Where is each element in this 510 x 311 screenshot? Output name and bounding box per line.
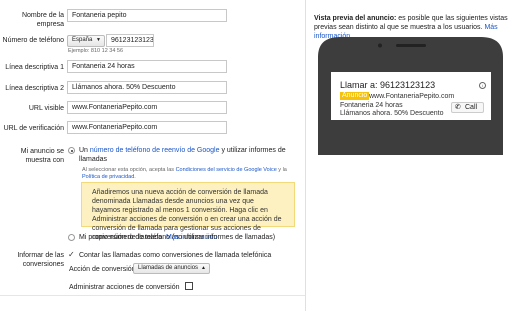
show-with-label: Mi anuncio se muestra con <box>20 148 64 164</box>
verify-url-input[interactable]: www.FontaneriaPepito.com <box>67 121 227 134</box>
forwarding-number-link[interactable]: número de teléfono de reenvío de Google <box>90 147 220 154</box>
country-value: España <box>72 37 93 43</box>
chevron-down-icon: ▼ <box>96 37 101 43</box>
option-forwarding-radio[interactable] <box>68 147 75 154</box>
line1-label: Línea descriptiva 1 <box>5 64 64 71</box>
country-select[interactable]: España ▼ <box>67 35 105 47</box>
business-name-label: Nombre de la empresa <box>21 12 64 28</box>
report-conversions-label: Informar de las conversiones <box>17 252 64 268</box>
phone-label: Número de teléfono <box>2 37 64 44</box>
option-own-number-radio[interactable] <box>68 234 75 241</box>
conversion-action-value: Llamadas de anuncios <box>138 265 199 271</box>
external-link-icon <box>185 282 194 290</box>
phone-input[interactable]: 96123123123 <box>106 34 154 47</box>
call-button[interactable]: ✆ Call <box>451 102 484 113</box>
visible-url-label: URL visible <box>28 105 64 112</box>
ad-badge: Anuncio <box>340 92 370 100</box>
manage-conversions-link[interactable]: Administrar acciones de conversión <box>69 282 194 292</box>
form-bottom-rule <box>0 295 305 296</box>
ad-url: www.FontaneriaPepito.com <box>369 93 455 100</box>
line2-input[interactable]: Llámanos ahora. 50% Descuento <box>67 81 227 94</box>
count-calls-text: Contar las llamadas como conversiones de… <box>79 252 272 259</box>
chevron-down-icon: ▲ <box>201 265 206 271</box>
conversion-action-select[interactable]: Llamadas de anuncios ▲ <box>133 263 210 274</box>
privacy-link[interactable]: Política de privacidad <box>82 174 134 180</box>
ad-line2: Llámanos ahora. 50% Descuento <box>340 110 444 117</box>
panel-divider <box>305 0 306 311</box>
phone-icon: ✆ <box>455 104 461 111</box>
ad-info-icon[interactable]: i <box>479 82 486 89</box>
business-name-input[interactable]: Fontaneria pepito <box>67 9 227 22</box>
verify-url-label: URL de verificación <box>3 125 64 132</box>
phone-example: Ejemplo: 810 12 34 56 <box>68 48 124 54</box>
line1-input[interactable]: Fontaneria 24 horas <box>67 60 227 73</box>
phone-camera <box>378 43 382 48</box>
option-forwarding-text: Un número de teléfono de reenvío de Goog… <box>79 147 286 163</box>
line2-label: Línea descriptiva 2 <box>5 85 64 92</box>
phone-speaker <box>396 44 426 47</box>
conversion-notice: Añadiremos una nueva acción de conversió… <box>81 182 295 241</box>
voice-terms-link[interactable]: Condiciones del servicio de Google Voice <box>176 167 277 173</box>
option-own-number-text: Mi propio número de teléfono (no utiliza… <box>79 234 276 241</box>
conversion-action-label: Acción de conversión <box>69 266 136 273</box>
count-calls-checkbox[interactable]: ✓ <box>68 251 75 259</box>
terms-text: Al seleccionar esta opción, acepta las C… <box>82 167 287 180</box>
ad-headline[interactable]: Llamar a: 96123123123 <box>340 80 435 90</box>
visible-url-input[interactable]: www.FontaneriaPepito.com <box>67 101 227 114</box>
